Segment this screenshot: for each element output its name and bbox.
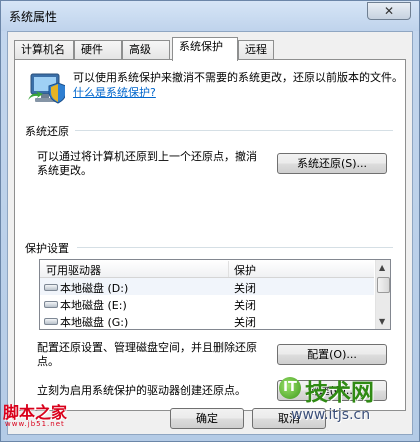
system-restore-heading: 系统还原 — [25, 125, 69, 138]
drive-protection-status: 关闭 — [234, 282, 256, 295]
watermark-jb51-url: www.jb51.net — [5, 420, 65, 428]
watermark-itjs-logo-icon: IT — [279, 377, 301, 399]
column-header-protection[interactable]: 保护 — [234, 262, 256, 278]
hard-drive-icon — [44, 284, 58, 291]
column-header-drive[interactable]: 可用驱动器 — [46, 262, 101, 278]
window-title: 系统属性 — [9, 10, 58, 24]
watermark-itjs-url: www.itjs.cn — [291, 407, 371, 423]
tab-computer-name[interactable]: 计算机名 — [14, 40, 74, 60]
scroll-down-arrow-icon[interactable]: ▼ — [379, 317, 385, 326]
drive-name: 本地磁盘 (E:) — [60, 299, 127, 312]
hard-drive-icon — [44, 318, 58, 325]
system-properties-window: 系统属性 ✕ 计算机名 硬件 高级 系统保护 远程 可以使用系统保护来撤消不需要… — [0, 0, 420, 442]
tab-hardware[interactable]: 硬件 — [74, 40, 122, 60]
ok-button[interactable]: 确定 — [170, 408, 244, 429]
drive-row-e[interactable]: 本地磁盘 (E:) 关闭 — [40, 295, 374, 312]
drive-name: 本地磁盘 (G:) — [60, 316, 129, 329]
tab-advanced[interactable]: 高级 — [122, 40, 170, 60]
configure-button[interactable]: 配置(O)... — [277, 344, 387, 365]
create-description: 立刻为启用系统保护的驱动器创建还原点。 — [37, 384, 246, 397]
drive-name: 本地磁盘 (D:) — [60, 282, 129, 295]
column-separator — [228, 261, 229, 277]
watermark-itjs-title: 技术网 — [305, 380, 374, 406]
close-button[interactable]: ✕ — [367, 2, 411, 20]
title-bar[interactable]: 系统属性 ✕ — [1, 1, 419, 31]
intro-text-block: 可以使用系统保护来撤消不需要的系统更改，还原以前版本的文件。 什么是系统保护? — [73, 70, 403, 100]
system-restore-divider — [75, 130, 393, 131]
protection-settings-heading: 保护设置 — [25, 242, 69, 255]
scrollbar-thumb[interactable] — [377, 277, 390, 293]
drive-protection-status: 关闭 — [234, 299, 256, 312]
system-restore-description: 可以通过将计算机还原到上一个还原点，撤消系统更改。 — [37, 150, 257, 177]
tab-system-protection[interactable]: 系统保护 — [172, 37, 238, 61]
what-is-system-protection-link[interactable]: 什么是系统保护? — [73, 86, 156, 99]
system-protection-icon — [28, 73, 65, 104]
protection-settings-divider — [77, 247, 393, 248]
hard-drive-icon — [44, 301, 58, 308]
system-restore-button[interactable]: 系统还原(S)... — [277, 153, 387, 174]
configure-description: 配置还原设置、管理磁盘空间，并且删除还原点。 — [37, 341, 257, 368]
drive-list-header: 可用驱动器 保护 — [40, 260, 374, 278]
system-protection-panel: 可以使用系统保护来撤消不需要的系统更改，还原以前版本的文件。 什么是系统保护? … — [14, 59, 406, 411]
drive-row-g[interactable]: 本地磁盘 (G:) 关闭 — [40, 312, 374, 329]
tab-remote[interactable]: 远程 — [238, 40, 274, 60]
drive-row-d[interactable]: 本地磁盘 (D:) 关闭 — [40, 278, 374, 295]
drive-list-scrollbar[interactable]: ▲ ▼ — [375, 260, 390, 329]
drive-list[interactable]: 可用驱动器 保护 本地磁盘 (D:) 关闭 本地磁盘 (E:) 关闭 本地磁盘 — [39, 259, 391, 330]
scroll-up-arrow-icon[interactable]: ▲ — [379, 263, 385, 272]
intro-text: 可以使用系统保护来撤消不需要的系统更改，还原以前版本的文件。 — [73, 71, 403, 84]
drive-protection-status: 关闭 — [234, 316, 256, 329]
